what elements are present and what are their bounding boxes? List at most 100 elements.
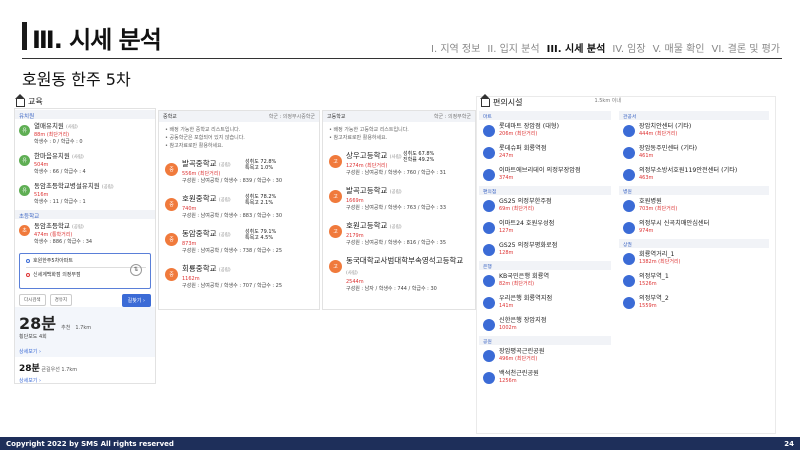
edu-title: 교육 [15, 93, 43, 107]
amenity-item[interactable]: GS25 의정부평화로점 128m [479, 239, 611, 261]
rate-special: 특목고 2.1% [245, 200, 274, 206]
amenity-item[interactable]: 신한은행 장암지점 1002m [479, 314, 611, 336]
amenity-column-1: 마트 롯데마트 장암점 (대형) 206m (최단거리) 롯데슈퍼 회룡역점 247m 이… [479, 111, 611, 389]
elem-list: 초 동암초등학교 (공립) 474m (통학거리) 학생수 : 886 / 학급수 :… [15, 219, 155, 249]
school-item[interactable]: 유 열매유치원 (사립) 88m (최단거리) 학생수 : 0 / 학급수 : 0 [15, 119, 155, 149]
amenity-item[interactable]: 롯데마트 장암점 (대형) 206m (최단거리) [479, 120, 611, 142]
title-bar-accent [22, 22, 27, 50]
amenity-item[interactable]: 장암동주민센터 (기타) 461m [619, 142, 769, 164]
school-item[interactable]: 고 동국대학교사범대학부속영석고등학교 (사립) 2544m 구성원 : 남자 / 학… [323, 251, 475, 297]
school-icon: 고 [329, 225, 342, 238]
school-item[interactable]: 중 동암중학교 (공립) 873m 구성원 : 남여공학 / 학생수 : 738 / … [159, 224, 319, 259]
school-item[interactable]: 고 호원고등학교 (공립) 2179m 구성원 : 남여공학 / 학생수 : 816 … [323, 216, 475, 251]
amenity-item[interactable]: 의정부역_2 1559m [619, 292, 769, 314]
amenity-icon [623, 275, 635, 287]
amenity-name: 장암치안센터 (기타) [639, 123, 692, 130]
amenity-name: 롯데슈퍼 회룡역점 [499, 145, 547, 152]
amenity-text: 호원병원 703m (최단거리) [639, 197, 677, 215]
amenity-distance: 463m [639, 175, 654, 181]
route-result-1[interactable]: 28분 추천 1.7km 횡단보도 4회 상세보기 › [15, 307, 155, 357]
school-name-text: 발곡중학교 [182, 159, 217, 168]
amenity-item[interactable]: KB국민은행 회룡역 82m (최단거리) [479, 270, 611, 292]
find-route-button[interactable]: 길찾기 › [121, 293, 151, 307]
school-distance: 1669m [346, 198, 364, 204]
school-icon: 중 [165, 233, 178, 246]
amenity-category: 편의점 [479, 186, 611, 195]
amenity-item[interactable]: 의정부역_1 1526m [619, 270, 769, 292]
amenity-item[interactable]: GS25 의정부한주점 69m (최단거리) [479, 195, 611, 217]
amenity-text: 백석천근린공원 1256m [499, 369, 539, 387]
school-item[interactable]: 중 발곡중학교 (공립) 556m (최단거리) 구성원 : 남여공학 / 학생수 :… [159, 154, 319, 189]
route-result-2[interactable]: 28분 큰길우선 1.7km 상세보기 › [15, 357, 155, 389]
school-name: 발곡고등학교 (공립) [346, 185, 446, 198]
amenity-category: 은행 [479, 261, 611, 270]
school-info: 학생수 : 11 / 학급수 : 1 [34, 199, 86, 205]
nav-item-4[interactable]: IV. 임장 [612, 40, 645, 55]
school-text: 호원고등학교 (공립) 2179m 구성원 : 남여공학 / 학생수 : 816 /… [346, 220, 446, 247]
amenity-item[interactable]: 이마트24 호원우성점 127m [479, 217, 611, 239]
amenity-category: 마트 [479, 111, 611, 120]
amenity-item[interactable]: 회룡역거리_1 1382m (최단거리) [619, 248, 769, 270]
amenity-icon [483, 319, 495, 331]
amenity-item[interactable]: 의정부소방서호원119안전센터 (기타) 463m [619, 164, 769, 186]
nav-item-5[interactable]: V. 매물 확인 [653, 40, 705, 55]
amenity-item[interactable]: 호원병원 703m (최단거리) [619, 195, 769, 217]
nav-item-1[interactable]: I. 지역 정보 [431, 40, 480, 55]
amenity-distance: 496m (최단거리) [499, 356, 538, 362]
rate-special: 특목고 4.5% [245, 235, 274, 241]
waypoint-button[interactable]: 경유지 [49, 294, 72, 306]
amenity-text: 롯데슈퍼 회룡역점 247m [499, 144, 547, 162]
school-distance: 2179m [346, 233, 364, 239]
amenity-item[interactable]: 우리은행 회룡역지점 141m [479, 292, 611, 314]
amenity-distance: 128m [499, 250, 514, 256]
amenity-text: 장암치안센터 (기타) 444m (최단거리) [639, 122, 691, 140]
amenity-text: 의정부시 신곡치매안심센터 974m [639, 219, 709, 237]
school-info: 구성원 : 남여공학 / 학생수 : 883 / 학급수 : 30 [182, 213, 283, 219]
school-icon: 중 [165, 268, 178, 281]
school-info: 학생수 : 886 / 학급수 : 34 [34, 239, 93, 245]
amenity-item[interactable]: 의정부시 신곡치매안심센터 974m [619, 217, 769, 239]
school-info: 구성원 : 남여공학 / 학생수 : 760 / 학급수 : 31 [346, 170, 447, 176]
amenity-distance: 1559m [639, 303, 657, 309]
school-item[interactable]: 초 동암초등학교 (공립) 474m (통학거리) 학생수 : 886 / 학급수 :… [15, 219, 155, 249]
school-text: 회룡중학교 (공립) 1162m 구성원 : 남여공학 / 학생수 : 707 / … [182, 263, 282, 290]
school-name-text: 상우고등학교 [346, 151, 388, 160]
amenity-distance: 141m [499, 303, 514, 309]
nav-item-6[interactable]: VI. 결론 및 평가 [711, 40, 780, 55]
school-icon: 유 [19, 155, 30, 166]
middle-notes: • 배정 가능한 중학교 리스트입니다. • 공동학군은 포함되어 있지 않습니다… [159, 122, 319, 154]
amenity-header: 편의시설 1.5km 이내 [477, 94, 775, 107]
school-icon: 고 [329, 190, 342, 203]
amenity-item[interactable]: 백석천근린공원 1256m [479, 367, 611, 389]
school-item[interactable]: 중 회룡중학교 (공립) 1162m 구성원 : 남여공학 / 학생수 : 707 /… [159, 259, 319, 294]
school-rates: 성취도 67.8% 진학률 49.2% [403, 151, 434, 163]
middle-header: 중학교 학군 : 의정부시중학군 [159, 111, 319, 122]
school-name: 열매유치원 (사립) [34, 122, 83, 132]
amenity-name: KB국민은행 회룡역 [499, 273, 550, 280]
school-name-text: 호원고등학교 [346, 221, 388, 230]
school-text: 한마음유치원 (사립) 504m 학생수 : 66 / 학급수 : 4 [34, 152, 86, 176]
school-type: (공립) [71, 225, 84, 230]
research-button[interactable]: 다시검색 [19, 294, 46, 306]
school-text: 동암초등학교병설유치원 (공립) 516m 학생수 : 11 / 학급수 : 1 [34, 182, 114, 206]
amenity-text: 이마트24 호원우성점 127m [499, 219, 554, 237]
school-item[interactable]: 유 동암초등학교병설유치원 (공립) 516m 학생수 : 11 / 학급수 : 1 [15, 179, 155, 209]
nav-item-2[interactable]: II. 입지 분석 [487, 40, 539, 55]
amenity-item[interactable]: 롯데슈퍼 회룡역점 247m [479, 142, 611, 164]
nav-item-3[interactable]: III. 시세 분석 [547, 40, 606, 55]
amenity-item[interactable]: 장암치안센터 (기타) 444m (최단거리) [619, 120, 769, 142]
school-item[interactable]: 고 상우고등학교 (사립) 1274m (최단거리) 구성원 : 남여공학 / 학생수… [323, 146, 475, 181]
school-item[interactable]: 유 한마음유치원 (사립) 504m 학생수 : 66 / 학급수 : 4 [15, 149, 155, 179]
amenity-category: 병원 [619, 186, 769, 195]
amenity-icon [623, 297, 635, 309]
school-item[interactable]: 중 호원중학교 (공립) 740m 구성원 : 남여공학 / 학생수 : 883 / … [159, 189, 319, 224]
school-distance: 88m (최단거리) [34, 132, 70, 138]
amenity-name: 의정부소방서호원119안전센터 (기타) [639, 167, 738, 174]
rate-special: 진학률 49.2% [403, 157, 435, 163]
amenity-name: 장암동주민센터 (기타) [639, 145, 698, 152]
amenity-item[interactable]: 이마트에브리데이 의정부장암점 374m [479, 164, 611, 186]
amenity-item[interactable]: 장암평곡근린공원 496m (최단거리) [479, 345, 611, 367]
amenity-name: 의정부역_1 [639, 273, 669, 280]
swap-icon[interactable]: ⇅ [130, 264, 142, 276]
school-item[interactable]: 고 발곡고등학교 (공립) 1669m 구성원 : 남여공학 / 학생수 : 763 … [323, 181, 475, 216]
